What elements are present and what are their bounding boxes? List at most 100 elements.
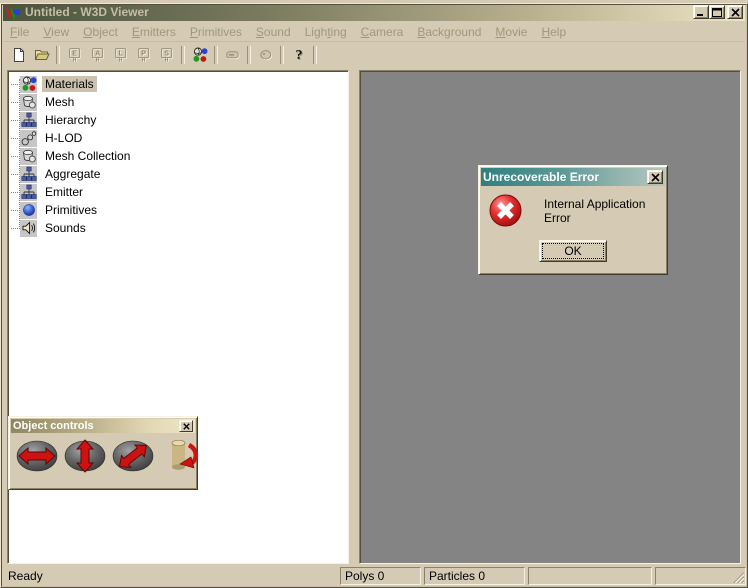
dialog-body: Internal Application Error [479, 188, 667, 227]
toolbar-separator [247, 46, 251, 64]
asset-tree: Materials Mesh [8, 71, 348, 237]
menu-item-view[interactable]: View [36, 23, 76, 41]
tree-item-aggregate[interactable]: Aggregate [8, 165, 348, 183]
svg-text:H: H [164, 57, 168, 63]
toolbar-separator [214, 46, 218, 64]
close-icon [183, 423, 190, 430]
mesh-collection-icon [20, 148, 37, 165]
status-bar: Ready Polys 0 Particles 0 [2, 566, 746, 586]
menu-item-help[interactable]: Help [534, 23, 573, 41]
tree-item-emitter[interactable]: Emitter [8, 183, 348, 201]
hlod-icon [20, 130, 37, 147]
palette-title: Object controls [13, 420, 179, 432]
letter-a-icon: A A H H [90, 47, 106, 63]
tree-item-hlod[interactable]: H-LOD [8, 129, 348, 147]
w3d-viewer-window: { "window": { "title": "Untitled - W3D V… [0, 3, 748, 588]
status-polys: Polys 0 [340, 567, 421, 585]
menu-item-lighting[interactable]: Lighting [298, 23, 354, 41]
translate-x-button[interactable] [15, 437, 59, 475]
open-file-button[interactable] [30, 44, 53, 66]
tree-item-sounds[interactable]: Sounds [8, 219, 348, 237]
menu-item-emitters[interactable]: Emitters [125, 23, 183, 41]
menu-item-sound[interactable]: Sound [249, 23, 298, 41]
help-button[interactable]: ? ? [287, 44, 310, 66]
materials-icon [20, 76, 37, 93]
menu-item-camera[interactable]: Camera [354, 23, 411, 41]
letter-e-icon: E E H H [67, 47, 83, 63]
minimize-button[interactable] [693, 5, 709, 19]
tree-item-materials[interactable]: Materials [8, 75, 348, 93]
menu-bar: File View Object Emitters Primitives Sou… [3, 22, 745, 41]
horizontal-arrows-icon [15, 438, 59, 474]
status-particles: Particles 0 [424, 567, 525, 585]
app-icon [5, 4, 21, 20]
open-folder-icon [34, 47, 50, 63]
diagonal-arrows-icon [111, 438, 155, 474]
tree-item-primitives[interactable]: Primitives [8, 201, 348, 219]
mesh-icon [20, 94, 37, 111]
vertical-arrows-icon [63, 438, 107, 474]
3d-viewport[interactable] [359, 70, 741, 564]
dialog-title: Unrecoverable Error [483, 170, 647, 184]
dialog-close-button[interactable] [647, 170, 663, 184]
svg-text:?: ? [295, 48, 302, 63]
menu-item-background[interactable]: Background [410, 23, 488, 41]
status-empty-2 [655, 567, 746, 585]
hierarchy-icon [20, 112, 37, 129]
palette-buttons [9, 435, 197, 475]
close-icon [651, 173, 660, 182]
help-icon: ? ? [291, 47, 307, 63]
new-document-icon [11, 47, 27, 63]
rotate-cylinder-icon [159, 437, 199, 475]
title-bar[interactable]: Untitled - W3D Viewer [3, 3, 745, 21]
primitives-toolbar-button[interactable]: P P H H [132, 44, 155, 66]
maximize-button[interactable] [709, 5, 725, 19]
close-button[interactable] [727, 5, 743, 19]
lod-toolbar-button[interactable]: L L H H [109, 44, 132, 66]
status-empty-1 [528, 567, 652, 585]
menu-item-file[interactable]: File [3, 23, 36, 41]
emitter-toolbar-button[interactable]: E E H H [63, 44, 86, 66]
svg-text:H: H [95, 57, 99, 63]
palette-close-button[interactable] [179, 420, 193, 432]
translate-xy-button[interactable] [111, 437, 155, 475]
aggregate-icon [20, 166, 37, 183]
tree-item-hierarchy[interactable]: Hierarchy [8, 111, 348, 129]
new-file-button[interactable] [7, 44, 30, 66]
toolbar-pill-button[interactable] [221, 44, 244, 66]
letter-s-icon: S S H H [159, 47, 175, 63]
materials-toolbar-button[interactable] [188, 44, 211, 66]
translate-y-button[interactable] [63, 437, 107, 475]
panel-splitter[interactable] [349, 70, 359, 564]
resize-grip[interactable] [731, 570, 744, 583]
palette-title-bar[interactable]: Object controls [11, 419, 195, 433]
close-icon [731, 8, 740, 17]
tree-item-mesh-collection[interactable]: Mesh Collection [8, 147, 348, 165]
dialog-title-bar[interactable]: Unrecoverable Error [481, 168, 665, 186]
rotate-object-button[interactable] [159, 437, 199, 475]
blob-icon [258, 47, 274, 63]
aggregate-toolbar-button[interactable]: A A H H [86, 44, 109, 66]
svg-text:H: H [118, 57, 122, 63]
ok-button[interactable]: OK [539, 240, 607, 262]
menu-item-movie[interactable]: Movie [488, 23, 534, 41]
toolbar-blob-button[interactable] [254, 44, 277, 66]
menu-item-primitives[interactable]: Primitives [183, 23, 249, 41]
error-message: Internal Application Error [544, 197, 659, 225]
materials-icon [192, 47, 208, 63]
tree-item-mesh[interactable]: Mesh [8, 93, 348, 111]
svg-text:H: H [141, 57, 145, 63]
status-message: Ready [2, 567, 337, 585]
dialog-button-row: OK [479, 240, 667, 262]
object-controls-palette: Object controls [8, 416, 198, 490]
toolbar-separator [181, 46, 185, 64]
menu-item-object[interactable]: Object [76, 23, 125, 41]
speaker-icon [20, 220, 37, 237]
primitives-icon [20, 202, 37, 219]
letter-l-icon: L L H H [113, 47, 129, 63]
sound-toolbar-button[interactable]: S S H H [155, 44, 178, 66]
maximize-icon [712, 8, 722, 17]
toolbar-separator [280, 46, 284, 64]
error-icon [489, 194, 522, 227]
toolbar-separator [313, 46, 317, 64]
